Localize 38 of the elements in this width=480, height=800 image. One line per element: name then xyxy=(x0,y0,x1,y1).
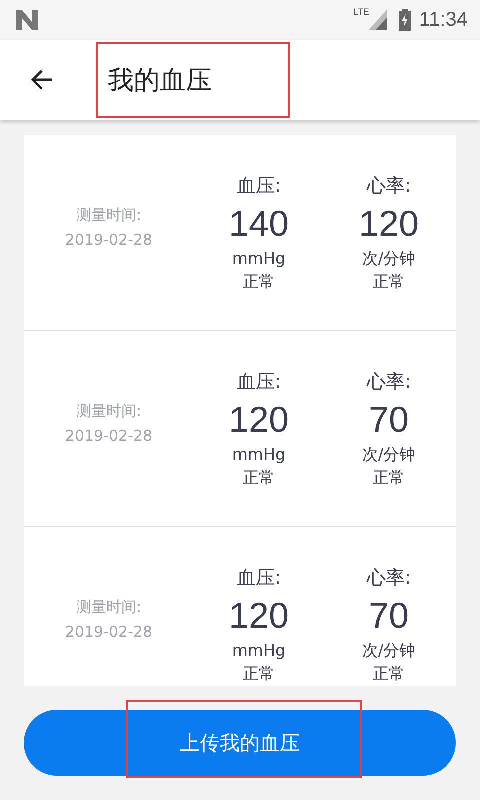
heart-rate-unit: 次/分钟 xyxy=(362,640,416,662)
blood-pressure-status: 正常 xyxy=(243,466,275,488)
heart-rate-label: 心率: xyxy=(366,174,412,198)
heart-rate-unit: 次/分钟 xyxy=(362,444,416,466)
blood-pressure-status: 正常 xyxy=(243,270,275,292)
time-label: 测量时间: xyxy=(76,596,142,618)
blood-pressure-label: 血压: xyxy=(236,174,282,198)
time-label: 测量时间: xyxy=(76,400,142,422)
blood-pressure-unit: mmHg xyxy=(232,444,286,466)
blood-pressure-unit: mmHg xyxy=(232,248,286,270)
upload-button[interactable]: 上传我的血压 xyxy=(24,710,456,776)
heart-rate-status: 正常 xyxy=(373,270,405,292)
blood-pressure-status: 正常 xyxy=(243,662,275,684)
notification-icon xyxy=(16,10,38,30)
blood-pressure-unit: mmHg xyxy=(232,640,286,662)
heart-rate-label: 心率: xyxy=(366,566,412,590)
blood-pressure-value: 120 xyxy=(228,594,290,638)
heart-rate-status: 正常 xyxy=(373,662,405,684)
clock-time: 11:34 xyxy=(419,8,468,32)
blood-pressure-label: 血压: xyxy=(236,566,282,590)
heart-rate-value: 120 xyxy=(358,202,420,246)
blood-pressure-label: 血压: xyxy=(236,370,282,394)
measure-date: 2019-02-28 xyxy=(65,622,153,642)
heart-rate-status: 正常 xyxy=(373,466,405,488)
signal-icon xyxy=(369,10,388,30)
page-title: 我的血压 xyxy=(108,64,212,98)
battery-icon xyxy=(399,9,412,31)
heart-rate-value: 70 xyxy=(368,398,410,442)
measure-date: 2019-02-28 xyxy=(65,426,153,446)
blood-pressure-value: 140 xyxy=(228,202,290,246)
time-label: 测量时间: xyxy=(76,204,142,226)
heart-rate-label: 心率: xyxy=(366,370,412,394)
measure-date: 2019-02-28 xyxy=(65,230,153,250)
heart-rate-value: 70 xyxy=(368,594,410,638)
blood-pressure-value: 120 xyxy=(228,398,290,442)
back-button[interactable] xyxy=(30,68,54,92)
heart-rate-unit: 次/分钟 xyxy=(362,248,416,270)
network-type: LTE xyxy=(354,7,370,17)
